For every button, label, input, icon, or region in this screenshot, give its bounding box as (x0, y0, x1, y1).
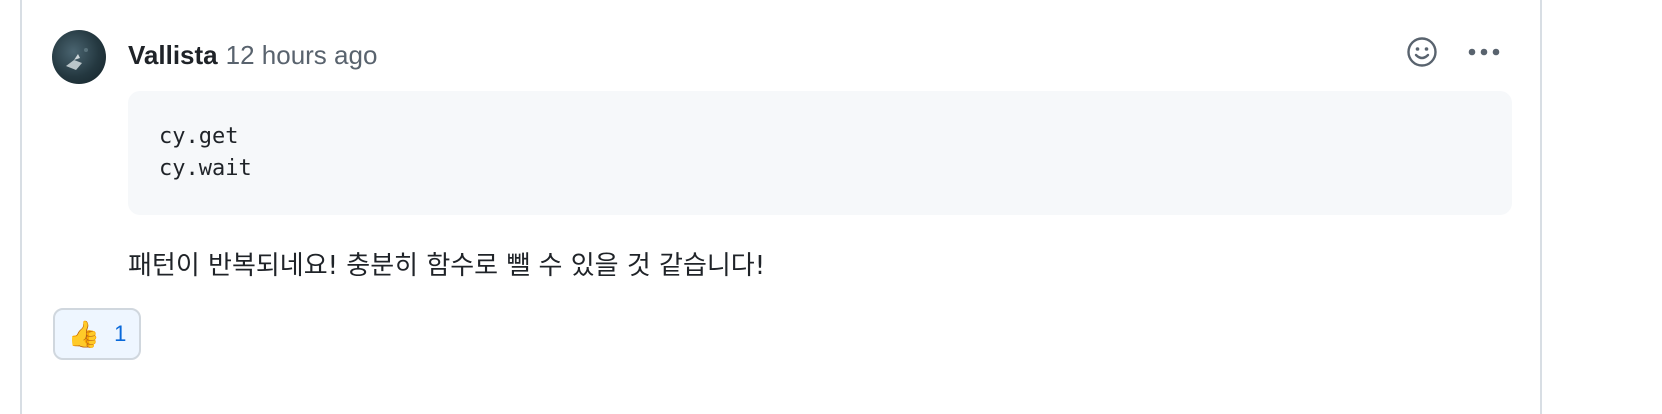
reaction-thumbs-up-button[interactable]: 👍 1 (53, 308, 141, 360)
author-name[interactable]: Vallista (128, 38, 218, 72)
avatar-image (66, 48, 88, 70)
smiley-icon (1407, 37, 1437, 67)
code-line: cy.wait (159, 156, 252, 181)
thumbs-up-icon: 👍 (67, 319, 101, 349)
code-line: cy.get (159, 124, 239, 149)
reaction-count: 1 (114, 321, 127, 346)
comment-actions (1404, 34, 1502, 70)
comment-timestamp[interactable]: 12 hours ago (226, 38, 378, 72)
kebab-horizontal-icon (1468, 48, 1500, 56)
code-block: cy.get cy.wait (128, 91, 1512, 215)
avatar[interactable] (52, 30, 106, 84)
comment-body: 패턴이 반복되네요! 충분히 함수로 뺄 수 있을 것 같습니다! (128, 251, 766, 281)
add-reaction-button[interactable] (1404, 34, 1440, 70)
comment-header: Vallista 12 hours ago (128, 38, 377, 72)
comment-card: Vallista 12 hours ago cy.get cy.wait 패턴이… (20, 0, 1542, 414)
more-options-button[interactable] (1466, 34, 1502, 70)
